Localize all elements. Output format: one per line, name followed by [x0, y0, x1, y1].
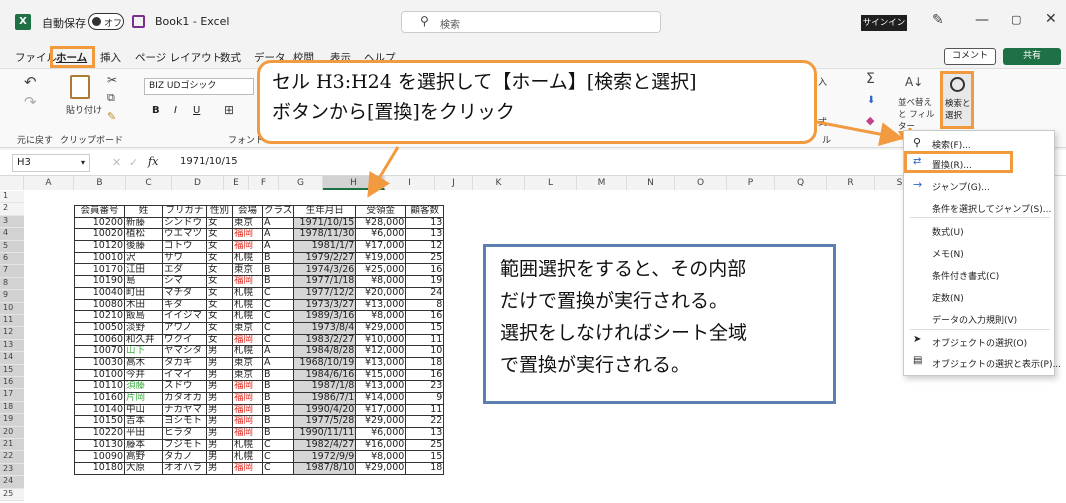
menu-data-validation[interactable]: データの入力規則(V) — [932, 313, 1017, 326]
menu-divider — [910, 329, 1050, 330]
menu-select-objects[interactable]: オブジェクトの選択(O) — [932, 336, 1027, 349]
find-select-menu: ⚲ 検索(F)... ⇄ 置換(R)... → ジャンプ(G)... 条件を選択… — [903, 130, 1061, 376]
menu-replace[interactable]: 置換(R)... — [932, 158, 972, 171]
note-line-1: 範囲選択をすると、その内部 — [500, 258, 747, 280]
note-line-4: で置換が実行される。 — [500, 354, 691, 376]
goto-icon: → — [913, 178, 923, 191]
menu-goto[interactable]: ジャンプ(G)... — [932, 180, 990, 193]
menu-constants[interactable]: 定数(N) — [932, 291, 964, 304]
find-menu-icon: ⚲ — [913, 136, 922, 149]
menu-divider — [910, 217, 1050, 218]
note-line-2: だけで置換が実行される。 — [500, 290, 729, 312]
note-callout: 範囲選択をすると、その内部 だけで置換が実行される。 選択をしなければシート全域… — [483, 244, 836, 404]
menu-formulas[interactable]: 数式(U) — [932, 225, 964, 238]
arrow-to-column-h — [367, 146, 400, 198]
menu-goto-special[interactable]: 条件を選択してジャンプ(S)... — [932, 202, 1051, 215]
menu-conditional-formatting[interactable]: 条件付き書式(C) — [932, 269, 999, 282]
menu-notes[interactable]: メモ(N) — [932, 247, 964, 260]
menu-find[interactable]: 検索(F)... — [932, 138, 971, 151]
menu-selection-pane[interactable]: オブジェクトの選択と表示(P)... — [932, 357, 1061, 370]
arrow-to-find-select — [816, 120, 904, 146]
selection-pane-icon: ▤ — [913, 355, 923, 366]
replace-icon: ⇄ — [913, 156, 922, 167]
note-line-3: 選択をしなければシート全域 — [500, 322, 748, 344]
select-objects-icon: ➤ — [913, 334, 922, 345]
